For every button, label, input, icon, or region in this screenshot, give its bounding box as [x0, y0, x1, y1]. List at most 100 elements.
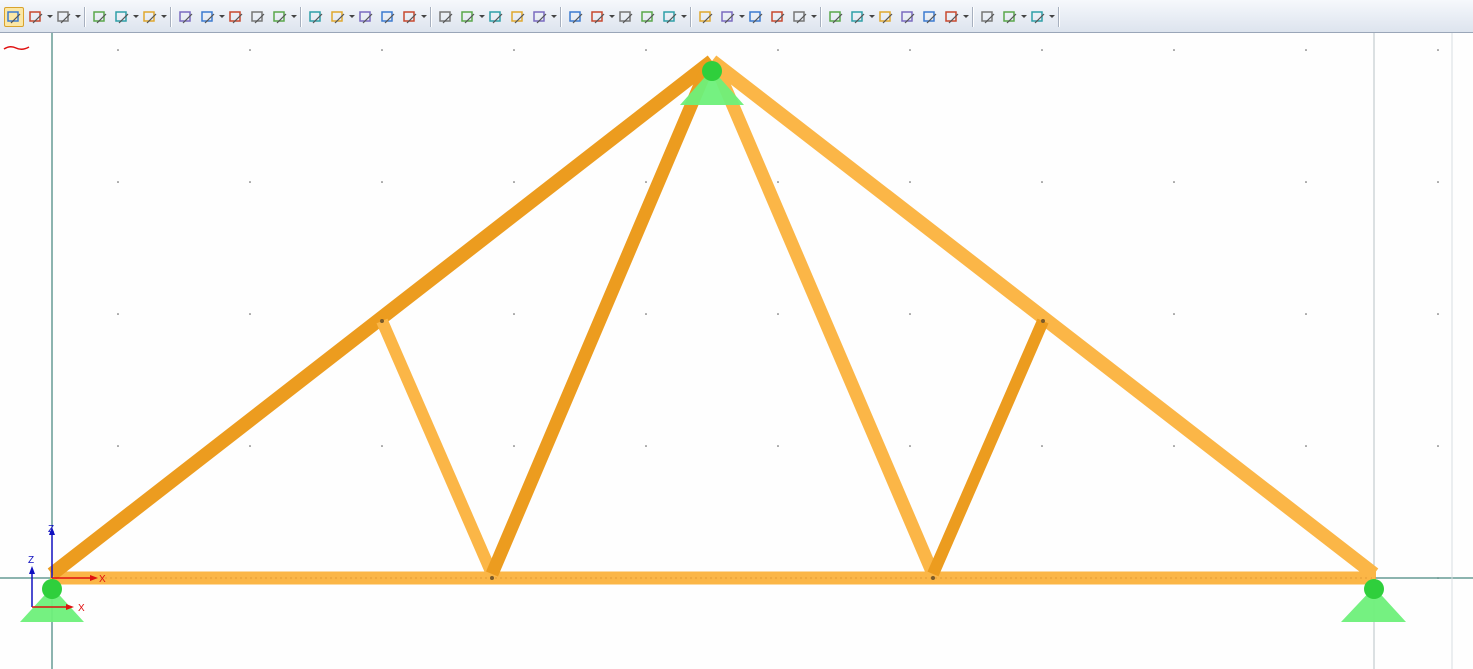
member-web-left-outer[interactable]: [376, 318, 498, 577]
select-nodes-button[interactable]: [26, 7, 46, 27]
divide-member-button[interactable]: [356, 7, 376, 27]
report-button[interactable]: [978, 7, 998, 27]
arrow-icon: [850, 9, 866, 25]
display-options-button[interactable]: [696, 7, 716, 27]
dropdown-arrow-icon[interactable]: [963, 15, 969, 18]
dropdown-arrow-icon[interactable]: [161, 15, 167, 18]
toolbar-separator: [972, 7, 974, 27]
member-left-rafter[interactable]: [47, 55, 717, 580]
solid-button[interactable]: [826, 7, 846, 27]
node[interactable]: [931, 576, 935, 580]
node[interactable]: [1041, 319, 1045, 323]
hinges-button[interactable]: [226, 7, 246, 27]
dropdown-arrow-icon[interactable]: [739, 15, 745, 18]
grid-dot: [381, 445, 383, 447]
grid-dot: [249, 313, 251, 315]
support-right[interactable]: [1341, 579, 1406, 622]
grid-dot: [909, 49, 911, 51]
member-web-right-outer[interactable]: [927, 318, 1049, 577]
truss-model[interactable]: Z X Z X: [0, 33, 1473, 669]
grid-dots: [117, 49, 1439, 579]
dropdown-arrow-icon[interactable]: [681, 15, 687, 18]
dropdown-arrow-icon[interactable]: [479, 15, 485, 18]
grid-dot: [777, 181, 779, 183]
zoom-all-button[interactable]: [436, 7, 456, 27]
beam-button[interactable]: [876, 7, 896, 27]
zoom-window-icon: [460, 9, 476, 25]
grid-dot: [1305, 181, 1307, 183]
mesh-icon: [402, 9, 418, 25]
view-y-button[interactable]: [588, 7, 608, 27]
view-box-button[interactable]: [508, 7, 528, 27]
truss-members[interactable]: [47, 55, 1379, 585]
toolbar-separator: [560, 7, 562, 27]
color-scale-button[interactable]: [1000, 7, 1020, 27]
grid-dot: [1173, 181, 1175, 183]
render-mode-button[interactable]: [54, 7, 74, 27]
support-left[interactable]: [20, 579, 84, 622]
toolbar-separator: [430, 7, 432, 27]
move-copy-button[interactable]: [306, 7, 326, 27]
zoom-previous-icon: [488, 9, 504, 25]
new-node-button[interactable]: [90, 7, 110, 27]
toolbar-separator: [1058, 7, 1060, 27]
beam-icon: [878, 9, 894, 25]
view-z-button[interactable]: [616, 7, 636, 27]
surface-button[interactable]: [790, 7, 810, 27]
member-axes-button[interactable]: [768, 7, 788, 27]
view-minus-x-button[interactable]: [638, 7, 658, 27]
grid-dot: [777, 445, 779, 447]
new-line-button[interactable]: [112, 7, 132, 27]
sections-button[interactable]: [270, 7, 290, 27]
split-button[interactable]: [378, 7, 398, 27]
perspective-button[interactable]: [718, 7, 738, 27]
rotate-view-icon: [662, 9, 678, 25]
grid-icon: [900, 9, 916, 25]
table-button[interactable]: [942, 7, 962, 27]
grid-snap-button[interactable]: [140, 7, 160, 27]
results-button[interactable]: [1028, 7, 1048, 27]
dropdown-arrow-icon[interactable]: [609, 15, 615, 18]
grid-button[interactable]: [898, 7, 918, 27]
local-x-label: X: [99, 574, 106, 585]
dropdown-arrow-icon[interactable]: [75, 15, 81, 18]
dropdown-arrow-icon[interactable]: [1049, 15, 1055, 18]
mesh-button[interactable]: [400, 7, 420, 27]
dropdown-arrow-icon[interactable]: [1021, 15, 1027, 18]
support-pin-icon: [1364, 579, 1384, 599]
dropdown-arrow-icon[interactable]: [219, 15, 225, 18]
node[interactable]: [380, 319, 384, 323]
filter-button[interactable]: [746, 7, 766, 27]
view-3d-button[interactable]: [248, 7, 268, 27]
supports-button[interactable]: [198, 7, 218, 27]
local-z-label: Z: [48, 524, 54, 535]
dropdown-arrow-icon[interactable]: [349, 15, 355, 18]
connect-button[interactable]: [328, 7, 348, 27]
rotate-view-button[interactable]: [660, 7, 680, 27]
supports-icon: [200, 9, 216, 25]
zoom-window-button[interactable]: [458, 7, 478, 27]
dropdown-arrow-icon[interactable]: [421, 15, 427, 18]
grid-dot: [645, 181, 647, 183]
select-nodes-icon: [28, 9, 44, 25]
connect-icon: [330, 9, 346, 25]
grid-dot: [1305, 445, 1307, 447]
dropdown-arrow-icon[interactable]: [811, 15, 817, 18]
arrow-button[interactable]: [848, 7, 868, 27]
zoom-previous-button[interactable]: [486, 7, 506, 27]
dropdown-arrow-icon[interactable]: [291, 15, 297, 18]
dropdown-arrow-icon[interactable]: [869, 15, 875, 18]
dropdown-arrow-icon[interactable]: [133, 15, 139, 18]
filter-icon: [748, 9, 764, 25]
ruler-button[interactable]: [920, 7, 940, 27]
dropdown-arrow-icon[interactable]: [47, 15, 53, 18]
sections-icon: [272, 9, 288, 25]
view-isometric-button[interactable]: [530, 7, 550, 27]
model-viewport[interactable]: Z X Z X: [0, 33, 1473, 669]
members-button[interactable]: [176, 7, 196, 27]
node[interactable]: [490, 576, 494, 580]
member-right-rafter[interactable]: [707, 55, 1379, 580]
view-x-button[interactable]: [566, 7, 586, 27]
dropdown-arrow-icon[interactable]: [551, 15, 557, 18]
display-navigator-button[interactable]: [4, 7, 24, 27]
